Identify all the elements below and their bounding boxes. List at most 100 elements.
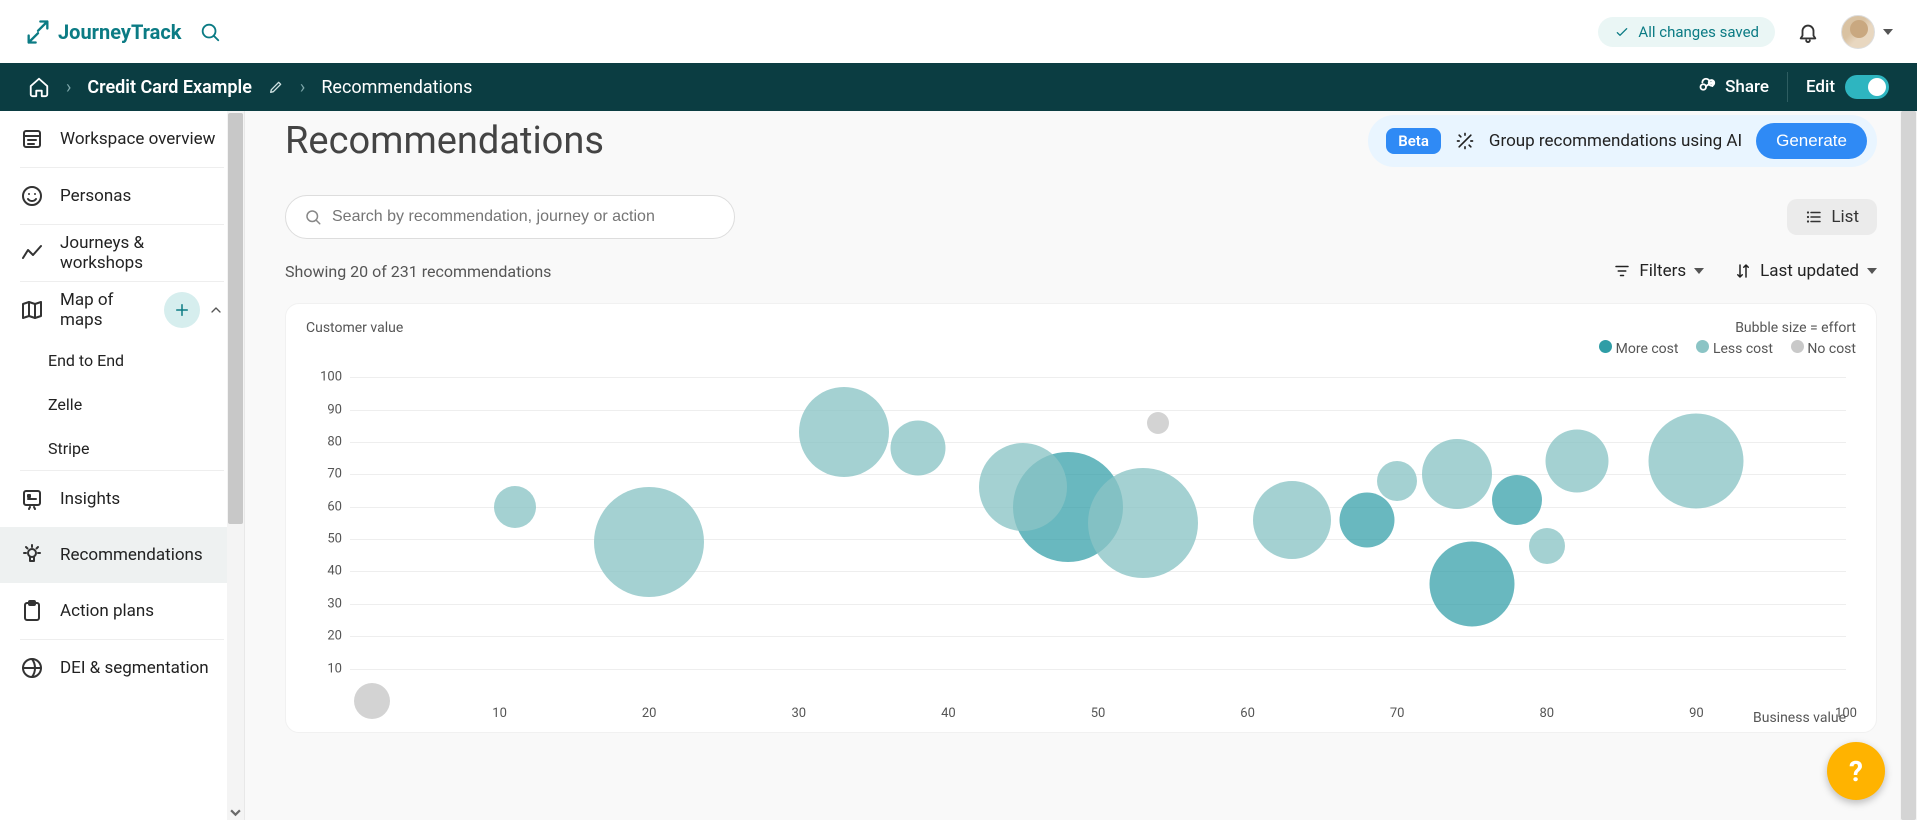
y-tick-label: 80 <box>327 434 342 449</box>
topbar: JourneyTrack All changes saved <box>0 0 1917 63</box>
chevron-up-icon[interactable] <box>208 302 224 318</box>
y-tick-label: 10 <box>327 661 342 676</box>
breadcrumb-bar: › Credit Card Example › Recommendations … <box>0 63 1917 111</box>
pencil-icon[interactable] <box>268 79 284 95</box>
persona-icon <box>20 184 44 208</box>
ai-group-label: Group recommendations using AI <box>1489 131 1742 151</box>
sidebar-item-personas[interactable]: Personas <box>0 168 244 224</box>
sidebar-item-insights[interactable]: Insights <box>0 471 244 527</box>
breadcrumb: › Credit Card Example › Recommendations <box>28 76 472 98</box>
chart-bubble[interactable] <box>1545 430 1608 493</box>
sidebar-item-dei-segmentation[interactable]: DEI & segmentation <box>0 640 244 696</box>
edit-toggle[interactable] <box>1845 75 1889 99</box>
x-tick-label: 30 <box>791 706 806 721</box>
chart-bubble[interactable] <box>594 487 704 597</box>
bell-icon[interactable] <box>1797 21 1819 43</box>
sidebar-item-label: DEI & segmentation <box>60 658 209 678</box>
y-tick-label: 40 <box>327 564 342 579</box>
map-icon <box>20 298 44 322</box>
list-view-button[interactable]: List <box>1787 199 1877 235</box>
search-icon[interactable] <box>199 21 221 43</box>
sidebar-subitem-zelle[interactable]: Zelle <box>0 382 244 426</box>
sidebar-scrollbar[interactable] <box>227 111 244 820</box>
chart-bubble[interactable] <box>1430 542 1515 627</box>
legend-title: Bubble size = effort <box>1735 320 1856 336</box>
home-icon[interactable] <box>28 76 50 98</box>
chart-bubble[interactable] <box>1529 528 1565 564</box>
sidebar-item-journeys-workshops[interactable]: Journeys & workshops <box>0 225 244 281</box>
search-input[interactable] <box>332 208 716 226</box>
y-tick-label: 100 <box>320 370 342 385</box>
generate-button[interactable]: Generate <box>1756 123 1867 159</box>
x-tick-label: 80 <box>1539 706 1554 721</box>
y-tick-label: 90 <box>327 402 342 417</box>
main-scrollbar[interactable] <box>1900 111 1917 820</box>
page-title: Recommendations <box>285 119 604 163</box>
chart-bubble[interactable] <box>1147 412 1169 434</box>
brand-logo[interactable]: JourneyTrack <box>24 18 181 46</box>
brand-name: JourneyTrack <box>58 20 181 44</box>
chart-bubble[interactable] <box>1253 481 1331 559</box>
share-button[interactable]: Share <box>1695 76 1769 98</box>
x-tick-label: 10 <box>492 706 507 721</box>
y-tick-label: 60 <box>327 499 342 514</box>
chart-bubble[interactable] <box>1088 468 1198 578</box>
search-box[interactable] <box>285 195 735 239</box>
breadcrumb-project[interactable]: Credit Card Example <box>87 77 252 98</box>
legend-dot-icon <box>1599 340 1612 353</box>
filters-button[interactable]: Filters <box>1613 261 1704 281</box>
add-map-button[interactable] <box>164 292 200 328</box>
sidebar-item-recommendations[interactable]: Recommendations <box>0 527 244 583</box>
x-tick-label: 50 <box>1091 706 1106 721</box>
scroll-down-icon[interactable] <box>230 807 241 818</box>
chart-card: Customer value Bubble size = effort More… <box>285 303 1877 733</box>
list-icon <box>1805 208 1823 226</box>
y-tick-label: 20 <box>327 629 342 644</box>
insights-icon <box>20 487 44 511</box>
edit-toggle-group: Edit <box>1806 75 1889 99</box>
profile-menu[interactable] <box>1841 15 1893 49</box>
journeys-icon <box>20 241 44 265</box>
sidebar-subitem-end-to-end[interactable]: End to End <box>0 338 244 382</box>
chart-bubble[interactable] <box>1492 475 1542 525</box>
breadcrumb-page: Recommendations <box>321 77 472 98</box>
x-tick-label: 60 <box>1240 706 1255 721</box>
check-icon <box>1614 24 1630 40</box>
chart-bubble[interactable] <box>979 443 1067 531</box>
filter-icon <box>1613 262 1631 280</box>
help-fab[interactable]: ? <box>1827 742 1885 800</box>
chart-bubble[interactable] <box>1377 461 1417 501</box>
actionplans-icon <box>20 599 44 623</box>
chart-bubble[interactable] <box>1649 414 1744 509</box>
chart-legend: Bubble size = effort More cost Less cost… <box>1599 320 1856 357</box>
sidebar-subitem-stripe[interactable]: Stripe <box>0 426 244 470</box>
results-count: Showing 20 of 231 recommendations <box>285 262 551 281</box>
sidebar-item-label: Workspace overview <box>60 129 215 149</box>
chart-bubble[interactable] <box>891 421 946 476</box>
chart-bubble[interactable] <box>494 486 536 528</box>
chart-bubble[interactable] <box>799 387 889 477</box>
ai-group-pill: Beta Group recommendations using AI Gene… <box>1368 115 1877 167</box>
sidebar-item-workspace-overview[interactable]: Workspace overview <box>0 111 244 167</box>
chart-bubble[interactable] <box>1422 439 1492 509</box>
sidebar-item-label: Journeys & workshops <box>60 233 224 273</box>
vertical-divider <box>1787 72 1788 102</box>
x-tick-label: 40 <box>941 706 956 721</box>
xaxis-label: Business value <box>1753 710 1846 726</box>
sidebar-item-label: Stripe <box>48 439 90 458</box>
chevron-down-icon <box>1867 268 1877 274</box>
sidebar-item-map-of-maps[interactable]: Map of maps <box>0 282 244 338</box>
y-tick-label: 30 <box>327 596 342 611</box>
dei-icon <box>20 656 44 680</box>
sort-button[interactable]: Last updated <box>1734 261 1877 281</box>
legend-item: No cost <box>1791 340 1856 357</box>
save-status-pill: All changes saved <box>1598 17 1775 47</box>
sidebar-item-label: Zelle <box>48 395 82 414</box>
overview-icon <box>20 127 44 151</box>
chart-bubble[interactable] <box>1340 492 1395 547</box>
yaxis-label: Customer value <box>306 320 403 357</box>
chevron-down-icon <box>1883 29 1893 35</box>
sidebar-item-label: Personas <box>60 186 131 206</box>
sidebar-item-action-plans[interactable]: Action plans <box>0 583 244 639</box>
save-status-text: All changes saved <box>1638 23 1759 41</box>
